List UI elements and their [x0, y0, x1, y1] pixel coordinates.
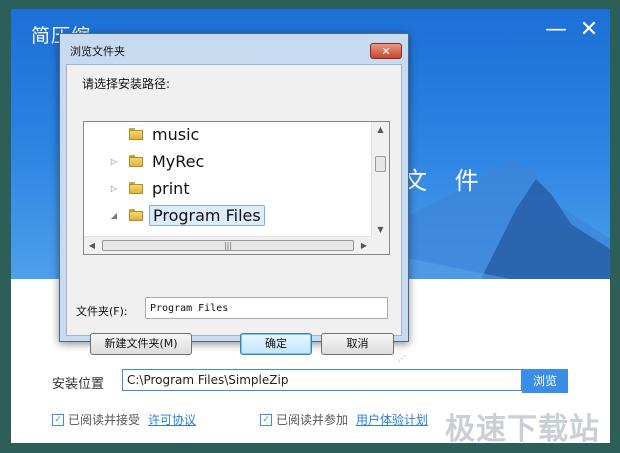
join-ux-checkbox[interactable]: ✓ 已阅读并参加 用户体验计划: [260, 411, 428, 428]
dialog-close-button[interactable]: ✕: [370, 43, 402, 59]
license-link[interactable]: 许可协议: [148, 411, 196, 428]
collapse-arrow-icon[interactable]: ◢: [109, 211, 119, 220]
expand-arrow-icon[interactable]: ▷: [109, 184, 119, 193]
close-icon[interactable]: ✕: [577, 19, 601, 41]
tree-horizontal-scrollbar[interactable]: ◀ ||| ▶: [84, 236, 372, 254]
dialog-body: 请选择安装路径: music ▷ MyRec ▷ print ◢ Program…: [66, 64, 406, 363]
folder-icon: [129, 182, 143, 194]
minimize-button[interactable]: —: [544, 19, 568, 41]
dialog-prompt: 请选择安装路径:: [82, 77, 171, 91]
scroll-corner: [372, 237, 389, 254]
tree-item-myrec[interactable]: ▷ MyRec: [84, 149, 207, 173]
cancel-button[interactable]: 取消: [321, 333, 394, 355]
scroll-thumb[interactable]: [375, 156, 386, 172]
install-path-input[interactable]: [122, 369, 522, 391]
watermark-logo: 极速下载站: [445, 412, 600, 443]
tree-item-label: Program Files: [149, 204, 265, 226]
ux-plan-link[interactable]: 用户体验计划: [356, 411, 428, 428]
tree-item-label: print: [152, 178, 190, 198]
checkbox-check-icon[interactable]: ✓: [52, 413, 64, 426]
tree-item-print[interactable]: ▷ print: [84, 176, 193, 200]
ok-button[interactable]: 确定: [240, 333, 312, 355]
browse-button[interactable]: 浏览: [522, 369, 568, 393]
scroll-left-icon[interactable]: ◀: [84, 237, 100, 254]
tree-item-music[interactable]: music: [84, 122, 202, 146]
resize-grip-icon[interactable]: ⋰: [398, 355, 408, 365]
scroll-thumb[interactable]: |||: [102, 240, 354, 251]
install-location-label: 安装位置: [52, 377, 105, 392]
browse-folder-dialog: 浏览文件夹 ✕ 请选择安装路径: music ▷ MyRec ▷ print ◢: [59, 33, 409, 363]
tree-item-label: music: [152, 124, 200, 144]
tree-item-label: MyRec: [152, 151, 205, 171]
folder-icon: [129, 209, 143, 221]
folder-icon: [129, 128, 143, 140]
expand-arrow-icon[interactable]: ▷: [109, 157, 119, 166]
tree-vertical-scrollbar[interactable]: ▲ ▼: [371, 122, 389, 238]
checkbox-check-icon[interactable]: ✓: [260, 413, 272, 426]
folder-icon: [129, 155, 143, 167]
scroll-down-icon[interactable]: ▼: [372, 222, 389, 238]
join-ux-label: 已阅读并参加: [276, 413, 349, 427]
agree-license-checkbox[interactable]: ✓ 已阅读并接受 许可协议: [52, 411, 196, 428]
hero-slogan: 文 件: [403, 167, 489, 195]
dialog-title: 浏览文件夹: [70, 45, 125, 58]
folder-tree[interactable]: music ▷ MyRec ▷ print ◢ Program Files ▲ …: [83, 121, 390, 255]
agree-license-label: 已阅读并接受: [68, 413, 141, 427]
folder-field-label: 文件夹(F):: [76, 305, 128, 318]
new-folder-button[interactable]: 新建文件夹(M): [90, 333, 192, 355]
scroll-right-icon[interactable]: ▶: [356, 237, 372, 254]
tree-item-program-files[interactable]: ◢ Program Files: [84, 203, 265, 227]
folder-name-input[interactable]: [145, 297, 388, 319]
scroll-up-icon[interactable]: ▲: [372, 122, 389, 138]
